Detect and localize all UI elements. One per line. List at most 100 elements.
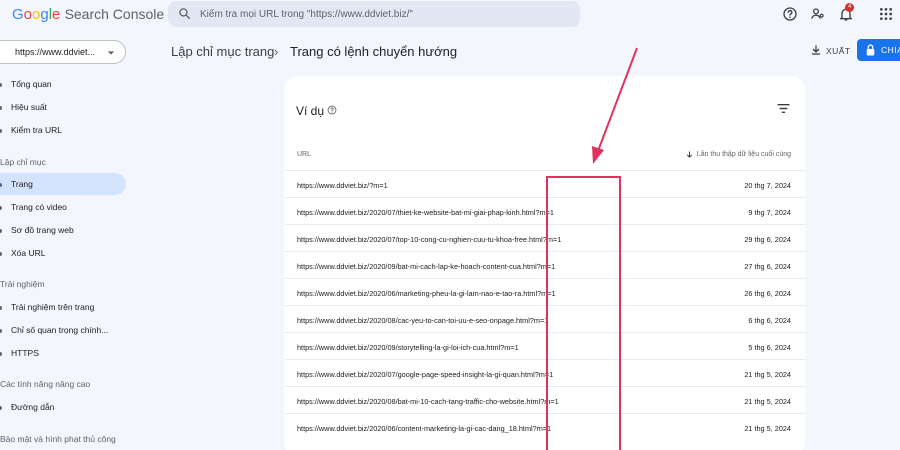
help-icon[interactable]: [782, 6, 798, 22]
table-row[interactable]: https://www.ddviet.biz/?m=1 20 thg 7, 202…: [284, 170, 805, 197]
sidebar-item-removals[interactable]: Xóa URL: [0, 242, 126, 264]
sidebar-item-video-pages[interactable]: Trang có video: [0, 196, 126, 218]
row-date: 6 thg 6, 2024: [748, 316, 791, 325]
row-date: 9 thg 7, 2024: [748, 208, 791, 217]
section-experience: Trải nghiệm: [0, 279, 45, 289]
sidebar-item-label: Trang có video: [11, 202, 67, 212]
sort-arrow-icon: [686, 151, 692, 158]
search-console-logo[interactable]: Google Search Console: [12, 6, 164, 23]
row-url: https://www.ddviet.biz/2020/09/storytell…: [297, 343, 519, 352]
core-web-vitals-icon: [0, 329, 2, 333]
top-bar: Google Search Console 4: [0, 0, 900, 30]
section-indexing: Lập chỉ mục: [0, 157, 46, 167]
table-row[interactable]: https://www.ddviet.biz/2020/07/google-pa…: [284, 359, 805, 386]
table-row[interactable]: https://www.ddviet.biz/2020/08/bat-mi-10…: [284, 386, 805, 413]
help-icon[interactable]: [327, 105, 337, 115]
property-selector[interactable]: https://www.ddviet...: [0, 40, 126, 64]
table-row[interactable]: https://www.ddviet.biz/2020/06/marketing…: [284, 278, 805, 305]
sidebar-item-performance[interactable]: Hiệu suất: [0, 96, 126, 118]
row-url: https://www.ddviet.biz/2020/08/cac-yeu-t…: [297, 316, 549, 325]
removals-icon: [0, 252, 2, 256]
property-url: https://www.ddviet...: [15, 47, 96, 57]
table-row[interactable]: https://www.ddviet.biz/2020/07/top-10-co…: [284, 224, 805, 251]
row-date: 26 thg 6, 2024: [744, 289, 791, 298]
sidebar-item-label: Đường dẫn: [11, 402, 55, 412]
search-icon: [0, 129, 2, 133]
row-url: https://www.ddviet.biz/2020/07/top-10-co…: [297, 235, 562, 244]
row-url: https://www.ddviet.biz/2020/06/marketing…: [297, 289, 556, 298]
sidebar-item-pages[interactable]: Trang: [0, 173, 126, 195]
sitemap-icon: [0, 229, 2, 233]
url-inspection-search[interactable]: [168, 1, 580, 27]
row-url: https://www.ddviet.biz/2020/09/bat-mi-ca…: [297, 262, 556, 271]
overview-icon: [0, 83, 2, 87]
row-url: https://www.ddviet.biz/2020/07/google-pa…: [297, 370, 554, 379]
sidebar-item-label: Sơ đồ trang web: [11, 225, 74, 235]
table-row[interactable]: https://www.ddviet.biz/2020/07/thiet-ke-…: [284, 197, 805, 224]
row-date: 21 thg 5, 2024: [744, 370, 791, 379]
apps-icon[interactable]: [878, 6, 894, 22]
video-icon: [0, 206, 2, 210]
sidebar-item-overview[interactable]: Tổng quan: [0, 73, 126, 95]
users-icon[interactable]: [810, 6, 826, 22]
sidebar-item-label: Kiểm tra URL: [11, 125, 63, 135]
notification-badge: 4: [845, 3, 854, 12]
sidebar-item-page-experience[interactable]: Trải nghiệm trên trang: [0, 296, 126, 318]
sidebar-item-label: Trải nghiệm trên trang: [11, 302, 95, 312]
sidebar-item-label: HTTPS: [11, 348, 39, 358]
page-experience-icon: [0, 306, 2, 310]
sidebar-item-https[interactable]: HTTPS: [0, 342, 126, 364]
search-icon: [179, 8, 191, 20]
sidebar-item-sitemaps[interactable]: Sơ đồ trang web: [0, 219, 126, 241]
pages-icon: [0, 183, 2, 187]
table-row[interactable]: https://www.ddviet.biz/2020/06/content-m…: [284, 413, 805, 440]
column-header-last-crawled[interactable]: Lần thu thập dữ liệu cuối cùng: [686, 151, 791, 158]
sidebar-item-url-inspection[interactable]: Kiểm tra URL: [0, 119, 126, 141]
row-url: https://www.ddviet.biz/2020/08/bat-mi-10…: [297, 397, 559, 406]
annotation-arrow-icon: [592, 47, 638, 164]
highlight-box: [546, 176, 621, 450]
sidebar-item-label: Tổng quan: [11, 79, 52, 89]
table-row[interactable]: https://www.ddviet.biz/2020/09/storytell…: [284, 332, 805, 359]
row-url: https://www.ddviet.biz/2020/07/thiet-ke-…: [297, 208, 554, 217]
card-title: Ví dụ: [296, 104, 325, 118]
google-logo-text: Google: [12, 6, 61, 23]
chevron-down-icon: [107, 51, 115, 55]
page-title: Trang có lệnh chuyển hướng: [290, 44, 458, 59]
performance-icon: [0, 106, 2, 110]
sidebar-item-label: Chỉ số quan trọng chính...: [11, 325, 109, 335]
breadcrumb-parent[interactable]: Lập chỉ mục trang: [171, 44, 274, 59]
row-date: 5 thg 6, 2024: [748, 343, 791, 352]
table-row[interactable]: https://www.ddviet.biz/2020/08/cac-yeu-t…: [284, 305, 805, 332]
download-icon: [812, 45, 820, 55]
sidebar-item-core-web-vitals[interactable]: Chỉ số quan trọng chính...: [0, 319, 126, 341]
share-label: CHIA: [881, 45, 900, 55]
search-input[interactable]: [200, 5, 570, 23]
row-date: 21 thg 5, 2024: [744, 424, 791, 433]
sidebar-item-label: Trang: [11, 179, 33, 189]
section-advanced: Các tính năng nâng cao: [0, 379, 91, 389]
product-name: Search Console: [64, 6, 165, 22]
export-button[interactable]: XUẤT: [808, 42, 854, 60]
filter-icon[interactable]: [777, 103, 790, 114]
section-security: Bảo mật và hình phạt thủ công: [0, 434, 116, 444]
column-header-label: Lần thu thập dữ liệu cuối cùng: [696, 151, 791, 158]
row-url: https://www.ddviet.biz/2020/06/content-m…: [297, 424, 552, 433]
sidebar-item-breadcrumbs[interactable]: Đường dẫn: [0, 396, 126, 418]
breadcrumbs-icon: [0, 406, 2, 410]
row-date: 21 thg 5, 2024: [744, 397, 791, 406]
lock-icon: [866, 44, 875, 56]
export-label: XUẤT: [826, 46, 851, 56]
row-url: https://www.ddviet.biz/?m=1: [297, 181, 388, 190]
row-date: 27 thg 6, 2024: [744, 262, 791, 271]
sidebar: https://www.ddviet... Tổng quan Hiệu suấ…: [0, 30, 140, 450]
sidebar-item-label: Xóa URL: [11, 248, 46, 258]
share-button[interactable]: CHIA: [857, 39, 900, 61]
row-date: 29 thg 6, 2024: [744, 235, 791, 244]
examples-card: Ví dụ URL Lần thu thập dữ liệu cuối cùng…: [284, 76, 805, 450]
column-header-url: URL: [297, 151, 312, 158]
breadcrumb-chevron-icon: ›: [274, 44, 279, 59]
lock-icon: [0, 352, 2, 356]
table-row[interactable]: https://www.ddviet.biz/2020/09/bat-mi-ca…: [284, 251, 805, 278]
sidebar-item-label: Hiệu suất: [11, 102, 47, 112]
